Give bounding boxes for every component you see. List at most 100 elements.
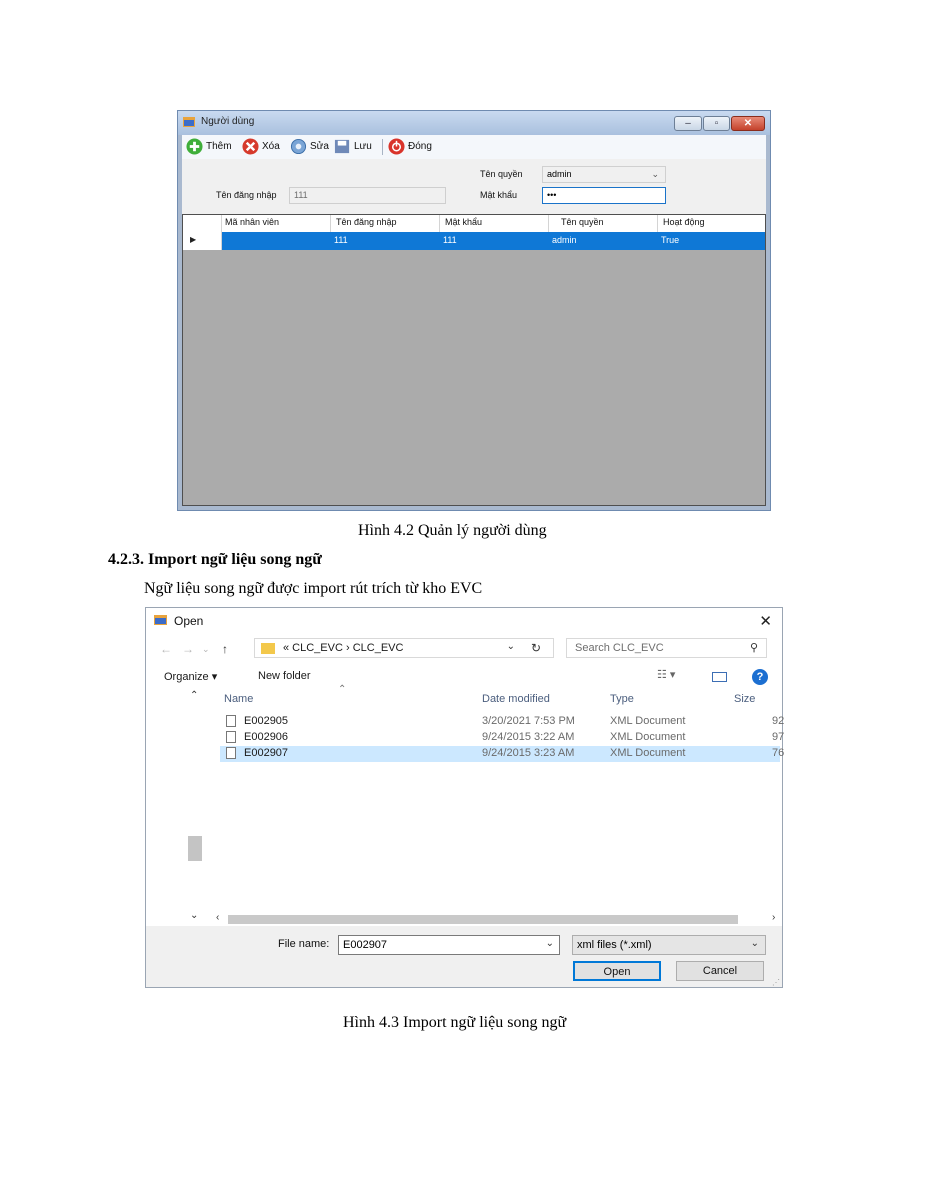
- list-item[interactable]: E002905 3/20/2021 7:53 PM XML Document 9…: [220, 714, 784, 730]
- user-management-window: Người dùng – ▫ ✕ Thêm Xóa Sửa Lưu Đóng T…: [177, 110, 771, 511]
- col-employee-id[interactable]: Mã nhân viên: [225, 217, 279, 227]
- back-arrow-icon[interactable]: ←: [160, 642, 172, 656]
- navigation-pane-scrollbar[interactable]: [186, 688, 204, 916]
- new-folder-button[interactable]: New folder: [258, 670, 311, 682]
- file-type-filter-value: xml files (*.xml): [577, 939, 652, 951]
- open-file-dialog: Open ✕ ← → ⌄ ↑ « CLC_EVC › CLC_EVC ⌄ ↻ S…: [145, 607, 784, 988]
- maximize-button[interactable]: ▫: [703, 116, 730, 131]
- title-bar: Người dùng – ▫ ✕: [178, 111, 770, 135]
- file-icon: [226, 715, 236, 727]
- col-username[interactable]: Tên đăng nhập: [336, 217, 397, 227]
- file-icon: [226, 747, 236, 759]
- recent-locations-icon[interactable]: ⌄: [202, 644, 210, 655]
- refresh-icon[interactable]: ↻: [531, 641, 541, 655]
- open-button[interactable]: Open: [573, 961, 661, 981]
- col-role[interactable]: Tên quyền: [561, 217, 604, 227]
- add-button[interactable]: Thêm: [206, 138, 232, 156]
- current-row-arrow-icon: ▶: [190, 235, 197, 244]
- edit-button[interactable]: Sửa: [310, 138, 329, 156]
- resize-grip-icon[interactable]: ⋰: [772, 978, 780, 987]
- column-separator: [548, 215, 549, 232]
- cell-username: 111: [334, 235, 348, 245]
- search-icon: ⚲: [749, 642, 758, 654]
- chevron-down-icon[interactable]: ⌄: [507, 641, 515, 652]
- user-form: Tên quyền admin ⌄ Tên đăng nhập 111 Mật …: [182, 159, 766, 214]
- cell-role: admin: [552, 235, 577, 245]
- close-icon: ✕: [743, 118, 753, 129]
- file-date: 9/24/2015 3:23 AM: [482, 747, 575, 759]
- scroll-right-icon[interactable]: ›: [772, 912, 775, 923]
- users-grid: Mã nhân viên Tên đăng nhập Mật khẩu Tên …: [182, 214, 766, 506]
- dialog-footer: File name: E002907 ⌄ xml files (*.xml) ⌄…: [146, 926, 782, 987]
- chevron-down-icon[interactable]: ⌄: [751, 938, 759, 949]
- file-type: XML Document: [610, 731, 686, 743]
- folder-icon: [261, 643, 275, 654]
- file-name: E002905: [244, 715, 289, 727]
- scrollbar-thumb[interactable]: [188, 836, 202, 861]
- selected-row[interactable]: 111 111 admin True: [222, 232, 765, 250]
- table-row[interactable]: ▶ 111 111 admin True: [183, 232, 765, 250]
- scroll-up-icon[interactable]: ⌃: [190, 690, 198, 701]
- password-field[interactable]: •••: [542, 187, 666, 204]
- delete-button[interactable]: Xóa: [262, 138, 280, 156]
- file-size: 92: [772, 715, 785, 727]
- close-form-button[interactable]: Đóng: [408, 138, 432, 156]
- col-password[interactable]: Mật khẩu: [445, 217, 482, 227]
- role-label: Tên quyền: [480, 169, 523, 179]
- row-header[interactable]: ▶: [183, 232, 222, 250]
- cancel-button[interactable]: Cancel: [676, 961, 764, 981]
- file-name-input[interactable]: E002907 ⌄: [338, 935, 560, 955]
- gear-icon: [290, 138, 307, 155]
- scroll-down-icon[interactable]: ⌄: [190, 910, 198, 921]
- file-name: E002906: [244, 731, 289, 743]
- section-heading: 4.2.3. Import ngữ liệu song ngữ: [108, 551, 322, 568]
- password-label: Mật khẩu: [480, 190, 518, 200]
- organize-button[interactable]: Organize ▾: [164, 670, 217, 683]
- help-icon[interactable]: ?: [752, 669, 768, 685]
- column-separator: [221, 215, 222, 232]
- minimize-button[interactable]: –: [674, 116, 702, 131]
- horizontal-scrollbar-thumb[interactable]: [228, 915, 738, 924]
- grid-header: Mã nhân viên Tên đăng nhập Mật khẩu Tên …: [183, 215, 765, 233]
- address-bar[interactable]: « CLC_EVC › CLC_EVC ⌄ ↻: [254, 638, 554, 658]
- search-input[interactable]: Search CLC_EVC: [575, 642, 664, 654]
- column-type[interactable]: Type: [610, 693, 634, 705]
- power-icon: [388, 138, 405, 155]
- minimize-icon: –: [685, 118, 691, 129]
- close-button[interactable]: ✕: [731, 116, 765, 131]
- close-icon[interactable]: ✕: [759, 612, 772, 630]
- column-separator: [439, 215, 440, 232]
- column-name[interactable]: Name: [224, 693, 253, 705]
- dialog-title: Open: [174, 614, 204, 628]
- app-window-icon: [183, 117, 195, 127]
- list-item[interactable]: E002906 9/24/2015 3:22 AM XML Document 9…: [220, 730, 784, 746]
- list-item-selected[interactable]: E002907 9/24/2015 3:23 AM XML Document 7…: [220, 746, 784, 762]
- file-name: E002907: [244, 747, 289, 759]
- file-date: 9/24/2015 3:22 AM: [482, 731, 575, 743]
- view-options-icon[interactable]: ☷ ▾: [657, 668, 675, 681]
- search-box[interactable]: Search CLC_EVC ⚲: [566, 638, 767, 658]
- toolbar: Thêm Xóa Sửa Lưu Đóng: [182, 135, 766, 160]
- chevron-down-icon[interactable]: ⌄: [546, 938, 554, 949]
- paragraph-text: Ngữ liệu song ngữ được import rút trích …: [144, 580, 483, 597]
- cell-active: True: [661, 235, 680, 245]
- column-date-modified[interactable]: Date modified: [482, 693, 550, 705]
- role-select[interactable]: admin ⌄: [542, 166, 666, 183]
- sort-ascending-icon: ⌃: [338, 684, 347, 695]
- up-arrow-icon[interactable]: ↑: [222, 642, 228, 656]
- col-active[interactable]: Hoạt động: [663, 217, 705, 227]
- window-title: Người dùng: [201, 116, 255, 127]
- file-date: 3/20/2021 7:53 PM: [482, 715, 575, 727]
- save-button[interactable]: Lưu: [354, 138, 372, 156]
- username-label: Tên đăng nhập: [216, 190, 277, 200]
- breadcrumb[interactable]: « CLC_EVC › CLC_EVC: [283, 642, 403, 654]
- maximize-icon: ▫: [714, 118, 719, 129]
- forward-arrow-icon[interactable]: →: [182, 642, 194, 656]
- preview-pane-icon[interactable]: [712, 672, 727, 682]
- column-size[interactable]: Size: [734, 693, 755, 705]
- username-field[interactable]: 111: [289, 187, 446, 204]
- scroll-left-icon[interactable]: ‹: [216, 912, 219, 923]
- file-type-filter[interactable]: xml files (*.xml) ⌄: [572, 935, 766, 955]
- app-window-icon: [154, 615, 167, 625]
- toolbar-separator: [382, 139, 383, 155]
